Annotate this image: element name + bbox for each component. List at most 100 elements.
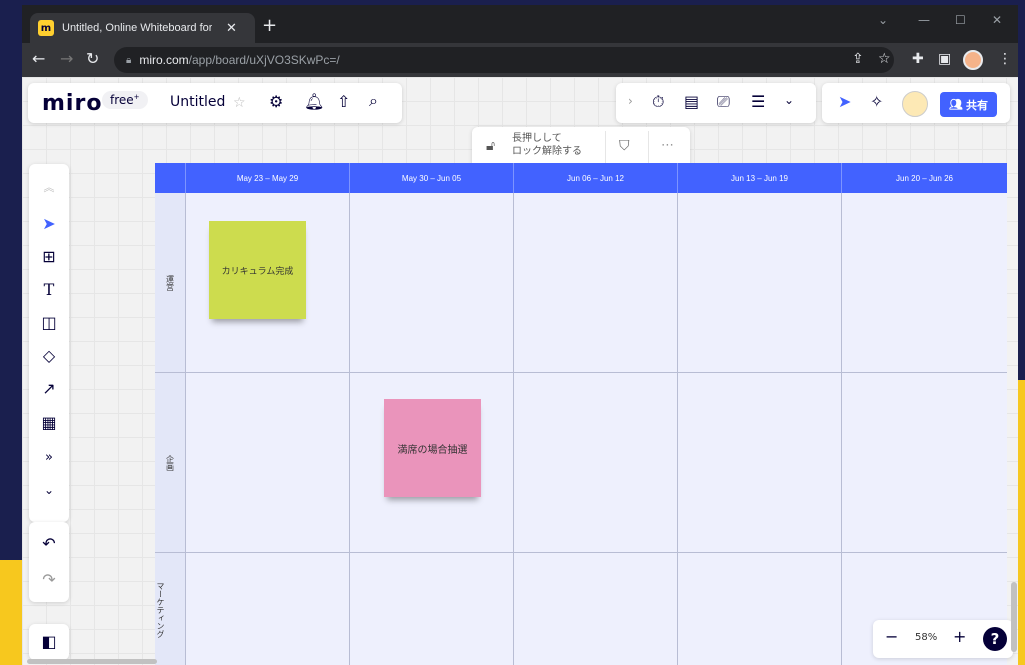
sticky-note[interactable]: カリキュラム完成 <box>209 221 306 319</box>
plan-label: free <box>110 93 134 107</box>
grid-cell[interactable] <box>842 373 1007 553</box>
grid-cell[interactable] <box>186 373 350 553</box>
miro-favicon-icon: m <box>38 20 54 36</box>
undo-icon[interactable]: ↶ <box>29 536 69 552</box>
zoom-in-icon[interactable]: + <box>953 629 966 645</box>
share-label: 共有 <box>965 98 988 112</box>
user-avatar[interactable] <box>902 91 928 117</box>
frames-list-icon[interactable]: ◧ <box>29 634 69 650</box>
column-header[interactable]: Jun 13 – Jun 19 <box>678 163 842 193</box>
share-panel: ➤ ✧ 👥︎ 共有 <box>822 83 1010 123</box>
text-icon[interactable]: T <box>29 282 69 298</box>
close-window-icon[interactable]: ✕ <box>992 13 1002 27</box>
grid-cell[interactable] <box>186 553 350 665</box>
grid-cell[interactable] <box>514 373 678 553</box>
board-title[interactable]: Untitled <box>170 94 225 110</box>
browser-tab[interactable]: m Untitled, Online Whiteboard for Visual… <box>30 13 255 43</box>
more-tools-icon[interactable]: » <box>29 451 69 464</box>
grid-cell[interactable] <box>350 553 514 665</box>
templates-icon[interactable]: ⊞ <box>29 249 69 265</box>
tab-close-icon[interactable]: ✕ <box>226 21 237 36</box>
bookmark-star-icon[interactable]: ☆ <box>878 51 891 67</box>
share-button[interactable]: 👥︎ 共有 <box>940 92 997 117</box>
forward-icon[interactable]: → <box>60 49 73 68</box>
lock-icon: 🔒︎ <box>126 54 132 66</box>
grid-cell[interactable] <box>842 193 1007 373</box>
column-header[interactable]: May 23 – May 29 <box>186 163 350 193</box>
row-label[interactable]: 企画 <box>155 373 186 553</box>
plan-badge[interactable]: free+ <box>102 91 148 109</box>
unlock-hint-line2: ロック解除する <box>512 146 582 157</box>
grid-cell[interactable] <box>678 193 842 373</box>
upload-icon[interactable]: ⇧ <box>337 94 350 110</box>
cursor-icon[interactable]: ➤ <box>838 94 851 110</box>
reload-icon[interactable]: ↻ <box>86 49 99 68</box>
extensions-icon[interactable]: ✚ <box>912 51 924 67</box>
search-icon[interactable]: ⌕ <box>369 93 378 109</box>
plan-sup: + <box>133 93 140 101</box>
title-bar: m Untitled, Online Whiteboard for Visual… <box>22 5 1018 43</box>
menu-icon[interactable]: ⋮ <box>998 51 1012 67</box>
minimize-icon[interactable]: — <box>918 13 930 27</box>
tab-title: Untitled, Online Whiteboard for Visual C… <box>62 22 212 34</box>
line-arrow-icon[interactable]: ↗ <box>29 381 69 397</box>
redo-icon[interactable]: ↷ <box>29 572 69 588</box>
settings-gear-icon[interactable]: ⚙ <box>269 94 283 110</box>
miro-canvas[interactable]: miro free+ Untitled ☆ ⚙ 🔔︎ ⇧ ⌕ › ⏱ ▤ ⎚ ☰… <box>22 77 1018 665</box>
column-header[interactable]: Jun 20 – Jun 26 <box>842 163 1007 193</box>
reactions-icon[interactable]: ✧ <box>870 94 883 110</box>
maximize-icon[interactable]: ☐ <box>955 13 966 27</box>
collapse-up-icon[interactable]: ︽ <box>29 182 69 193</box>
grid-cell[interactable] <box>514 553 678 665</box>
unlock-hint-line1: 長押しして <box>512 133 562 144</box>
shield-icon[interactable]: ⛉ <box>619 139 630 153</box>
grid-cell[interactable] <box>678 553 842 665</box>
row-label[interactable]: 運営 <box>155 193 186 373</box>
chevron-right-icon[interactable]: › <box>628 95 633 107</box>
more-icon[interactable]: ⋯ <box>661 139 674 152</box>
help-button[interactable]: ? <box>983 627 1007 651</box>
expand-down-icon[interactable]: ⌄ <box>29 484 69 496</box>
vertical-scrollbar[interactable] <box>1011 582 1017 652</box>
divider <box>648 131 649 165</box>
browser-toolbar: ← → ↻ 🔒︎ miro.com /app/board/uXjVO3SKwPc… <box>22 43 1018 77</box>
side-panel-icon[interactable]: ▣ <box>938 51 951 67</box>
chevrons-down-icon[interactable]: ⌄ <box>784 94 794 106</box>
select-cursor-icon[interactable]: ➤ <box>29 216 69 232</box>
share-page-icon[interactable]: ⇪ <box>852 51 864 67</box>
presentation-icon[interactable]: ⎚ <box>717 94 730 110</box>
grid-cell[interactable] <box>678 373 842 553</box>
grid-cell[interactable] <box>350 193 514 373</box>
column-header[interactable]: May 30 – Jun 05 <box>350 163 514 193</box>
shapes-icon[interactable]: ◇ <box>29 348 69 364</box>
people-icon: 👥︎ <box>949 98 963 111</box>
url-host: miro.com <box>139 53 189 67</box>
grid-cell[interactable] <box>514 193 678 373</box>
zoom-out-icon[interactable]: − <box>885 629 898 645</box>
sticky-note-icon[interactable]: ◫ <box>29 315 69 331</box>
notes-icon[interactable]: ☰ <box>751 94 765 110</box>
column-header[interactable]: Jun 06 – Jun 12 <box>514 163 678 193</box>
browser-window: m Untitled, Online Whiteboard for Visual… <box>22 5 1018 665</box>
bell-icon[interactable]: 🔔︎ <box>304 94 324 110</box>
url-path: /app/board/uXjVO3SKwPc=/ <box>188 53 340 67</box>
header-corner <box>155 163 186 193</box>
timeline-frame[interactable]: May 23 – May 29 May 30 – Jun 05 Jun 06 –… <box>155 163 1007 665</box>
unlock-hint: 長押しして ロック解除する <box>512 132 582 158</box>
unlock-icon[interactable]: 🔓︎ <box>486 139 495 153</box>
divider <box>605 131 606 165</box>
miro-logo[interactable]: miro <box>42 91 102 116</box>
calendar-icon[interactable]: ▦ <box>29 415 69 431</box>
profile-avatar[interactable] <box>963 50 983 70</box>
horizontal-scrollbar[interactable] <box>27 659 157 664</box>
sticky-note[interactable]: 満席の場合抽選 <box>384 399 481 497</box>
tab-search-icon[interactable]: ⌄ <box>878 13 888 27</box>
address-bar[interactable]: 🔒︎ miro.com /app/board/uXjVO3SKwPc=/ <box>114 47 894 73</box>
row-label[interactable]: マーケティング <box>155 553 186 665</box>
zoom-level[interactable]: 58% <box>915 632 937 643</box>
new-tab-icon[interactable]: + <box>262 15 277 36</box>
back-icon[interactable]: ← <box>32 49 45 68</box>
timer-icon[interactable]: ⏱ <box>652 94 664 110</box>
star-icon[interactable]: ☆ <box>233 96 246 110</box>
cards-icon[interactable]: ▤ <box>684 94 699 110</box>
